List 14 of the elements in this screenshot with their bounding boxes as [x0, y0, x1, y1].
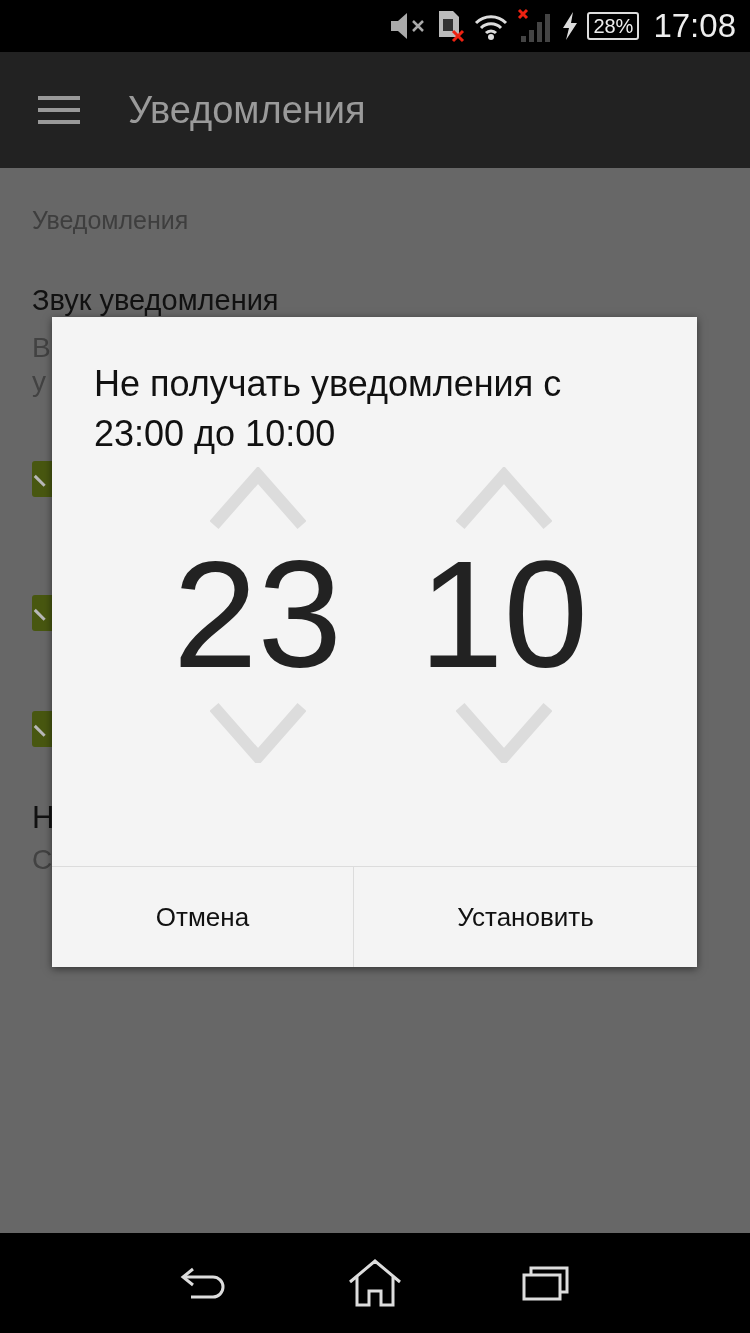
battery-level: 28%: [587, 12, 640, 40]
menu-icon[interactable]: [38, 96, 80, 124]
sim-card-icon: [437, 9, 466, 43]
setting-title: Звук уведомления: [32, 285, 279, 315]
home-icon[interactable]: [347, 1258, 403, 1308]
dialog-title: Не получать уведомления с 23:00 до 10:00: [93, 362, 563, 456]
picker-value[interactable]: 10: [418, 539, 589, 689]
clock: 17:08: [653, 7, 736, 45]
charging-icon: [561, 11, 580, 41]
setting-title: Н: [32, 799, 55, 837]
cancel-button[interactable]: Отмена: [52, 867, 353, 967]
screen-title: Уведомления: [128, 88, 366, 132]
picker-value[interactable]: 23: [172, 539, 343, 689]
set-button[interactable]: Установить: [352, 867, 697, 967]
